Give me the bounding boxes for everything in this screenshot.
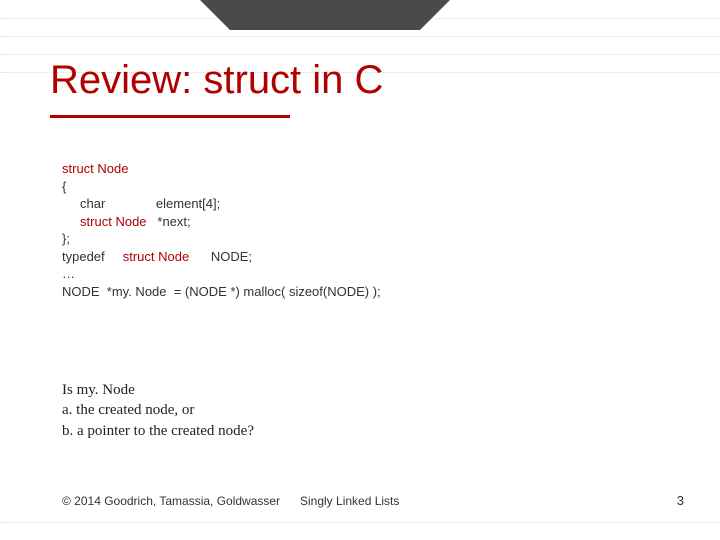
tab-bar <box>0 0 720 30</box>
question-line: Is my. Node <box>62 380 254 400</box>
code-line: { <box>62 179 66 194</box>
code-line: typedef <box>62 249 123 264</box>
guide-line <box>0 54 720 55</box>
guide-line <box>0 522 720 523</box>
question-block: Is my. Node a. the created node, or b. a… <box>62 380 254 441</box>
code-line: char <box>62 196 105 211</box>
code-line: }; <box>62 231 70 246</box>
guide-line <box>0 36 720 37</box>
code-line: NODE *my. Node = (NODE *) malloc( sizeof… <box>62 284 381 299</box>
footer-topic: Singly Linked Lists <box>300 494 399 508</box>
code-line: … <box>62 266 75 281</box>
code-block: struct Node { char element[4]; struct No… <box>62 160 381 300</box>
code-keyword: struct Node <box>62 161 128 176</box>
code-line: element[4]; <box>105 196 220 211</box>
title-underline <box>50 115 290 118</box>
code-keyword: struct Node <box>62 214 147 229</box>
code-line: *next; <box>147 214 191 229</box>
question-line: a. the created node, or <box>62 400 254 420</box>
active-tab-shape <box>230 0 420 30</box>
page-number: 3 <box>677 493 684 508</box>
code-keyword: struct Node <box>123 249 189 264</box>
code-line: NODE; <box>189 249 252 264</box>
slide-title: Review: struct in C <box>50 58 383 103</box>
footer-copyright: © 2014 Goodrich, Tamassia, Goldwasser <box>62 494 280 508</box>
question-line: b. a pointer to the created node? <box>62 421 254 441</box>
